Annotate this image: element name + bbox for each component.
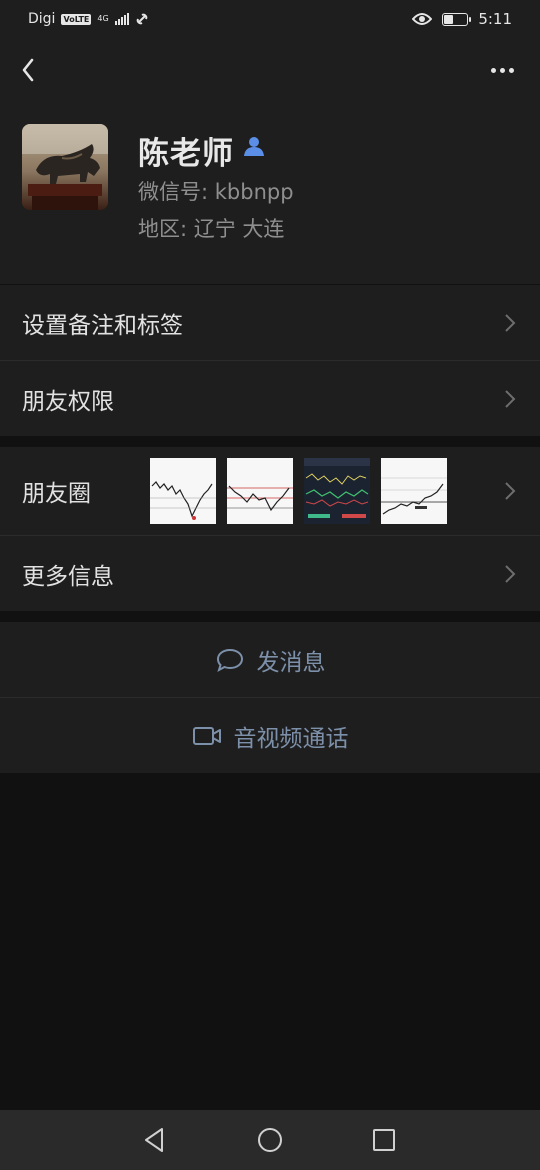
volte-badge: VoLTE bbox=[61, 13, 92, 25]
moments-thumb-3[interactable] bbox=[304, 458, 370, 524]
chevron-right-icon bbox=[505, 482, 516, 500]
send-message-label: 发消息 bbox=[256, 650, 326, 676]
chevron-right-icon bbox=[505, 564, 516, 583]
moments-label: 朋友圈 bbox=[22, 481, 91, 507]
contact-name: 陈老师 bbox=[138, 136, 234, 172]
back-icon[interactable] bbox=[14, 52, 50, 88]
network-type: 4G bbox=[97, 14, 109, 23]
system-nav-bar bbox=[0, 1110, 540, 1170]
top-nav bbox=[0, 38, 540, 102]
profile-card: 陈老师 微信号: kbbnpp 地区: 辽宁 大连 bbox=[0, 102, 540, 284]
chat-bubble-icon bbox=[216, 648, 243, 673]
friend-permissions-label: 朋友权限 bbox=[22, 388, 114, 415]
status-bar: Digi VoLTE 4G 5:11 bbox=[0, 0, 540, 38]
region: 地区: 辽宁 大连 bbox=[138, 217, 285, 241]
settings-group: 设置备注和标签 朋友权限 bbox=[0, 285, 540, 436]
battery-icon bbox=[442, 12, 472, 26]
chevron-right-icon bbox=[505, 389, 516, 408]
avatar[interactable] bbox=[22, 124, 108, 210]
nav-back-icon[interactable] bbox=[138, 1124, 170, 1156]
moments-thumb-2[interactable] bbox=[227, 458, 293, 524]
video-camera-icon bbox=[192, 726, 221, 745]
friend-permissions-row[interactable]: 朋友权限 bbox=[0, 360, 540, 436]
info-group: 朋友圈 更多信息 bbox=[0, 447, 540, 611]
nav-recents-icon[interactable] bbox=[368, 1124, 400, 1156]
send-message-button[interactable]: 发消息 bbox=[0, 622, 540, 698]
moments-thumbnails bbox=[150, 458, 447, 524]
signal-icon bbox=[114, 13, 129, 25]
chevron-right-icon bbox=[505, 313, 516, 332]
moments-row[interactable]: 朋友圈 bbox=[0, 447, 540, 535]
moments-thumb-1[interactable] bbox=[150, 458, 216, 524]
clock: 5:11 bbox=[478, 10, 512, 28]
remark-tags-label: 设置备注和标签 bbox=[22, 312, 183, 339]
more-info-label: 更多信息 bbox=[22, 563, 114, 590]
eye-icon bbox=[412, 13, 433, 25]
av-call-button[interactable]: 音视频通话 bbox=[0, 697, 540, 773]
more-options-icon[interactable] bbox=[484, 54, 520, 86]
moments-thumb-4[interactable] bbox=[381, 458, 447, 524]
carrier-label: Digi bbox=[28, 11, 56, 27]
nav-home-icon[interactable] bbox=[254, 1124, 286, 1156]
wechat-id: 微信号: kbbnpp bbox=[138, 180, 294, 204]
remark-tags-row[interactable]: 设置备注和标签 bbox=[0, 285, 540, 360]
av-call-label: 音视频通话 bbox=[233, 725, 349, 752]
contact-person-icon bbox=[244, 137, 264, 156]
more-info-row[interactable]: 更多信息 bbox=[0, 535, 540, 611]
link-icon bbox=[136, 13, 147, 25]
